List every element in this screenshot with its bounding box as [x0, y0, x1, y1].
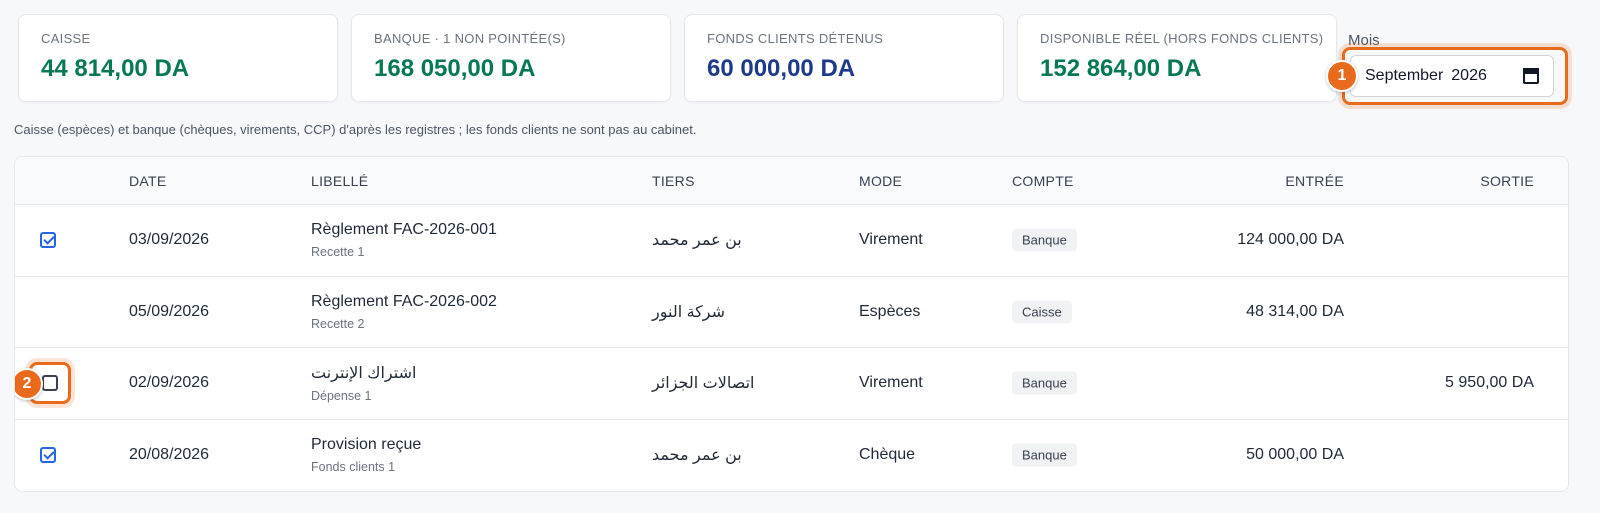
table-row: 2 02/09/2026 اشتراك الإنترنت Dépense 1 ا… [15, 348, 1568, 420]
account-pill: Banque [1012, 371, 1077, 395]
card-label: CAISSE [41, 31, 91, 46]
account-pill: Banque [1012, 443, 1077, 467]
cell-tiers: بن عمر محمد [652, 447, 742, 465]
cell-libelle: اشتراك الإنترنت Dépense 1 [311, 363, 416, 403]
libelle-main: Règlement FAC-2026-002 [311, 292, 497, 310]
cell-mode: Virement [859, 374, 923, 392]
account-pill: Caisse [1012, 300, 1072, 324]
cell-date: 05/09/2026 [129, 302, 210, 320]
card-value: 152 864,00 DA [1040, 55, 1202, 82]
col-header-entree: ENTRÉE [1285, 173, 1344, 189]
cell-date: 03/09/2026 [129, 231, 210, 249]
pointed-checkbox[interactable] [40, 232, 56, 249]
month-filter: Mois September 2026 1 [1326, 18, 1582, 114]
libelle-sub: Recette 1 [311, 245, 365, 260]
treasury-page: CAISSE 44 814,00 DA BANQUE · 1 NON POINT… [0, 0, 1600, 513]
month-input[interactable]: September 2026 [1350, 55, 1554, 97]
col-header-sortie: SORTIE [1480, 173, 1534, 189]
month-year: 2026 [1451, 67, 1487, 84]
month-name: September [1365, 67, 1444, 84]
calendar-icon[interactable] [1523, 68, 1539, 84]
cell-libelle: Règlement FAC-2026-002 Recette 2 [311, 293, 497, 331]
cell-sortie: 5 950,00 DA [1445, 374, 1534, 392]
transactions-table: DATE LIBELLÉ TIERS MODE COMPTE ENTRÉE SO… [14, 156, 1569, 492]
checked-icon [40, 232, 56, 249]
cell-entree: 50 000,00 DA [1246, 446, 1344, 464]
libelle-sub: Fonds clients 1 [311, 460, 396, 475]
table-row: 05/09/2026 Règlement FAC-2026-002 Recett… [15, 277, 1568, 348]
table-row: 20/08/2026 Provision reçue Fonds clients… [15, 420, 1568, 492]
cell-date: 20/08/2026 [129, 446, 210, 464]
cell-tiers: اتصالات الجزائر [652, 375, 755, 393]
card-disponible-reel: DISPONIBLE RÉEL (HORS FONDS CLIENTS) 152… [1017, 14, 1337, 102]
libelle-main: Provision reçue [311, 436, 422, 454]
col-header-date: DATE [129, 173, 167, 189]
card-caisse: CAISSE 44 814,00 DA [18, 14, 338, 102]
cell-tiers: بن عمر محمد [652, 232, 742, 250]
account-pill: Banque [1012, 228, 1077, 252]
libelle-sub: Dépense 1 [311, 389, 372, 404]
col-header-libelle: LIBELLÉ [311, 173, 369, 189]
cell-date: 02/09/2026 [129, 374, 210, 392]
cell-entree: 124 000,00 DA [1237, 231, 1344, 249]
cell-compte: Banque [1012, 228, 1077, 252]
libelle-sub: Recette 2 [311, 316, 365, 331]
col-header-compte: COMPTE [1012, 173, 1074, 189]
cell-libelle: Règlement FAC-2026-001 Recette 1 [311, 221, 497, 259]
card-value: 168 050,00 DA [374, 55, 536, 82]
pointed-checkbox[interactable] [40, 447, 56, 464]
cell-mode: Espèces [859, 302, 921, 320]
cell-compte: Banque [1012, 443, 1077, 467]
month-value: September 2026 [1365, 67, 1487, 85]
cell-mode: Virement [859, 231, 923, 249]
card-label: BANQUE · 1 NON POINTÉE(S) [374, 31, 566, 46]
info-note: Caisse (espèces) et banque (chèques, vir… [14, 122, 697, 137]
unchecked-box-icon[interactable] [42, 375, 58, 391]
card-label: FONDS CLIENTS DÉTENUS [707, 31, 884, 46]
cell-compte: Caisse [1012, 300, 1072, 324]
cell-tiers: شركة النور [652, 303, 726, 321]
card-label: DISPONIBLE RÉEL (HORS FONDS CLIENTS) [1040, 31, 1324, 46]
cell-mode: Chèque [859, 446, 916, 464]
cell-libelle: Provision reçue Fonds clients 1 [311, 436, 421, 474]
table-header: DATE LIBELLÉ TIERS MODE COMPTE ENTRÉE SO… [15, 157, 1568, 205]
libelle-main: اشتراك الإنترنت [311, 365, 417, 383]
cell-entree: 48 314,00 DA [1246, 302, 1344, 320]
card-value: 60 000,00 DA [707, 55, 856, 82]
col-header-mode: MODE [859, 173, 903, 189]
cell-compte: Banque [1012, 371, 1077, 395]
card-banque: BANQUE · 1 NON POINTÉE(S) 168 050,00 DA [351, 14, 671, 102]
libelle-main: Règlement FAC-2026-001 [311, 221, 497, 239]
card-fonds-clients: FONDS CLIENTS DÉTENUS 60 000,00 DA [684, 14, 1004, 102]
card-value: 44 814,00 DA [41, 55, 190, 82]
col-header-tiers: TIERS [652, 173, 695, 189]
marker-badge-1: 1 [1326, 60, 1358, 92]
table-row: 03/09/2026 Règlement FAC-2026-001 Recett… [15, 205, 1568, 277]
checked-icon [40, 447, 56, 464]
